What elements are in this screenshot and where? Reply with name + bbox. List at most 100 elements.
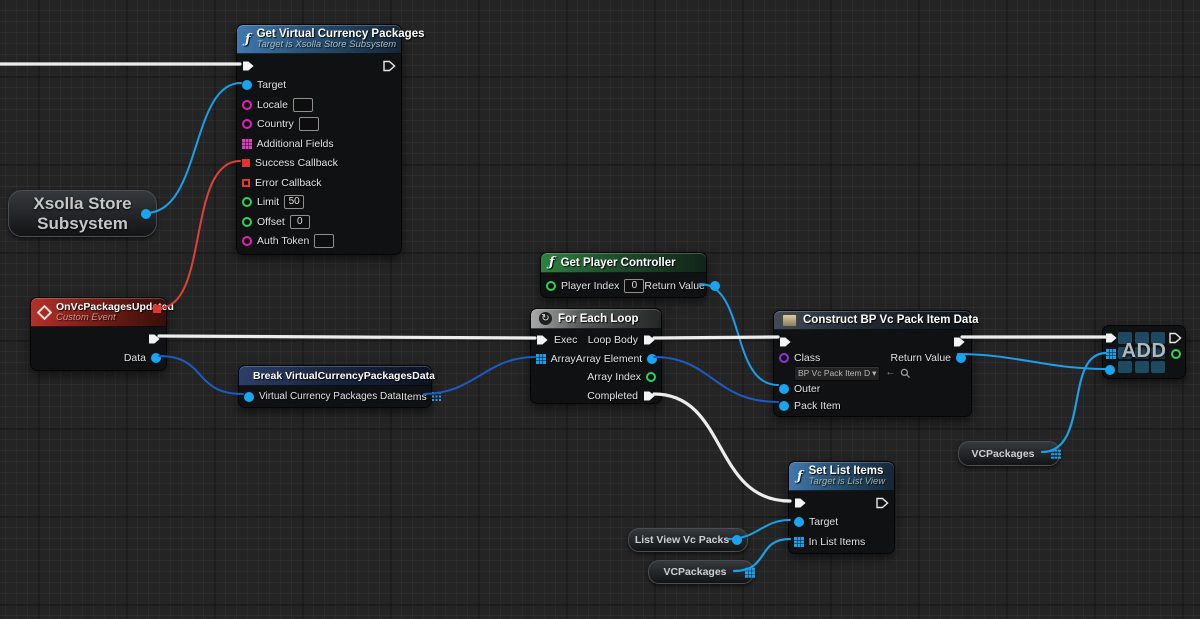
pin-label: Target <box>809 516 838 528</box>
wire-arrayelement-to-packitem[interactable] <box>654 357 778 402</box>
variable-label: List View Vc Packs <box>635 534 729 546</box>
event-delegate-pin[interactable] <box>153 305 161 313</box>
exec-in-pin[interactable] <box>779 336 792 348</box>
return-index-pin[interactable] <box>1171 349 1181 359</box>
wire-vcpackages-to-add-array[interactable] <box>1042 353 1106 452</box>
error-callback-delegate-pin[interactable] <box>242 179 250 187</box>
wire-exec-completed-to-setlistitems[interactable] <box>654 394 790 501</box>
node-for-each-loop[interactable]: ↻ For Each Loop Exec Loop Body Array Arr… <box>530 308 662 404</box>
wire-returnvalue-to-add-item[interactable] <box>958 354 1106 369</box>
wire-delegate-event-to-success-callback[interactable] <box>159 161 240 308</box>
node-header: ƒ Get Virtual Currency Packages Target i… <box>237 25 401 54</box>
exec-out-pin[interactable] <box>148 333 161 345</box>
limit-pin[interactable] <box>242 197 252 207</box>
wire-exec-event-to-foreach[interactable] <box>159 336 535 338</box>
data-out-pin[interactable] <box>151 353 161 363</box>
exec-out-pin[interactable] <box>1169 332 1182 344</box>
array-index-pin[interactable] <box>646 372 656 382</box>
offset-pin[interactable] <box>242 217 252 227</box>
subsystem-output-pin[interactable] <box>141 209 151 219</box>
loop-icon: ↻ <box>539 312 552 325</box>
node-title: Construct BP Vc Pack Item Data <box>803 314 979 326</box>
variable-label: VCPackages <box>971 448 1034 460</box>
node-list-view-vc-packs-getter[interactable]: List View Vc Packs <box>628 528 748 552</box>
loop-body-exec-pin[interactable] <box>643 334 656 346</box>
class-dropdown-value: BP Vc Pack Item D <box>798 368 870 378</box>
pin-label: Error Callback <box>255 177 322 189</box>
country-pin[interactable] <box>242 119 252 129</box>
outer-pin[interactable] <box>779 384 789 394</box>
array-in-pin[interactable] <box>536 354 539 357</box>
use-selected-icon[interactable]: ← <box>885 368 895 378</box>
in-list-items-array-pin[interactable] <box>794 537 797 540</box>
pin-label: Array Element <box>576 353 643 365</box>
exec-in-pin[interactable] <box>242 60 255 72</box>
node-get-virtual-currency-packages[interactable]: ƒ Get Virtual Currency Packages Target i… <box>236 24 402 255</box>
pin-label: Country <box>257 118 294 130</box>
blueprint-graph-canvas[interactable]: ƒ Get Virtual Currency Packages Target i… <box>0 0 1200 619</box>
class-dropdown[interactable]: BP Vc Pack Item D▾ <box>794 366 880 381</box>
node-on-vc-packages-updated[interactable]: OnVcPackagesUpdated Custom Event Data <box>30 297 167 371</box>
node-array-add[interactable]: ADD <box>1102 325 1186 379</box>
node-vcpackages-getter-top[interactable]: VCPackages <box>958 441 1060 466</box>
country-input[interactable] <box>299 117 319 131</box>
node-set-list-items[interactable]: ƒ Set List Items Target is List View Tar… <box>788 461 895 554</box>
wire-data-to-break-input[interactable] <box>159 356 243 394</box>
node-break-virtual-currency-packages-data[interactable]: Break VirtualCurrencyPackagesData Virtua… <box>238 365 432 408</box>
new-item-pin[interactable] <box>1105 365 1115 375</box>
class-pin[interactable] <box>779 353 789 363</box>
pin-label: Outer <box>794 383 820 395</box>
vcpackages-array-out-pin[interactable] <box>745 568 748 571</box>
variable-label: Xsolla Store <box>33 194 131 214</box>
node-vcpackages-getter-bottom[interactable]: VCPackages <box>648 560 754 584</box>
additional-fields-array-pin[interactable] <box>242 139 245 142</box>
auth-token-pin[interactable] <box>242 236 252 246</box>
browse-icon[interactable] <box>900 368 911 379</box>
node-title: Break VirtualCurrencyPackagesData <box>253 370 435 382</box>
node-xsolla-store-subsystem[interactable]: Xsolla Store Subsystem <box>8 190 157 237</box>
vcpackages-array-out-pin[interactable] <box>1051 449 1054 452</box>
exec-out-pin[interactable] <box>383 60 396 72</box>
pin-label: Locale <box>257 99 288 111</box>
wire-break-items-to-foreach-array[interactable] <box>424 357 535 394</box>
completed-exec-pin[interactable] <box>643 390 656 402</box>
exec-row <box>237 56 401 76</box>
pin-label: Data <box>124 352 146 364</box>
pin-label: Success Callback <box>255 157 338 169</box>
target-pin[interactable] <box>794 517 804 527</box>
pin-label: Limit <box>257 196 279 208</box>
auth-token-input[interactable] <box>314 234 334 248</box>
player-index-input[interactable]: 0 <box>624 279 644 293</box>
limit-input[interactable]: 50 <box>284 195 304 209</box>
pack-item-pin[interactable] <box>779 401 789 411</box>
wire-xsolla-to-target[interactable] <box>146 83 241 213</box>
node-construct-bp-vc-pack-item-data[interactable]: Construct BP Vc Pack Item Data Class Ret… <box>773 310 972 417</box>
exec-in-pin[interactable] <box>536 334 549 346</box>
node-get-player-controller[interactable]: ƒ Get Player Controller Player Index0 Re… <box>540 252 707 298</box>
exec-in-pin[interactable] <box>794 497 807 509</box>
function-icon: ƒ <box>797 469 803 484</box>
locale-pin[interactable] <box>242 100 252 110</box>
struct-input-pin[interactable] <box>244 392 254 402</box>
exec-out-pin[interactable] <box>953 336 966 348</box>
exec-in-pin[interactable] <box>1105 332 1118 344</box>
items-array-out-pin[interactable] <box>432 392 435 395</box>
locale-input[interactable] <box>293 98 313 112</box>
pin-label: Player Index <box>561 280 619 292</box>
target-pin[interactable] <box>242 80 252 90</box>
player-index-pin[interactable] <box>546 281 556 291</box>
pin-label: Array <box>551 353 576 365</box>
array-element-pin[interactable] <box>647 354 657 364</box>
node-subtitle: Custom Event <box>56 313 174 323</box>
list-view-output-pin[interactable] <box>732 535 742 545</box>
wire-playercontroller-to-outer[interactable] <box>700 284 778 385</box>
offset-input[interactable]: 0 <box>290 215 310 229</box>
function-icon: ƒ <box>245 32 251 47</box>
exec-out-pin[interactable] <box>876 497 889 509</box>
target-array-pin[interactable] <box>1106 349 1109 352</box>
wire-exec-loopbody-to-construct[interactable] <box>654 337 778 338</box>
success-callback-delegate-pin[interactable] <box>242 159 250 167</box>
return-value-pin[interactable] <box>956 353 966 363</box>
return-value-pin[interactable] <box>710 281 720 291</box>
variable-label: Subsystem <box>37 214 128 234</box>
